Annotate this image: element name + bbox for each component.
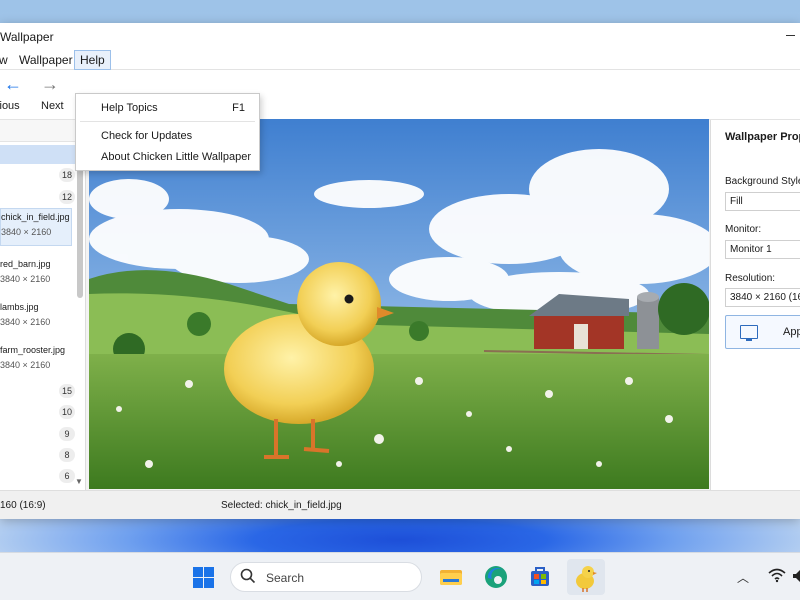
file-name: red_barn.jpg [0, 259, 51, 269]
menu-help[interactable]: Help [74, 50, 111, 70]
chick-in-field-image [89, 119, 709, 489]
status-bar: 160 (16:9) Selected: chick_in_field.jpg [0, 490, 800, 519]
list-item-file[interactable]: chick_in_field.jpg 3840 × 2160 [0, 208, 72, 246]
store-icon[interactable] [524, 561, 556, 593]
taskbar: Search ︿ [0, 552, 800, 600]
scroll-down-icon[interactable]: ▼ [75, 477, 83, 486]
file-name: lambs.jpg [0, 302, 39, 312]
menu-wallpaper[interactable]: Wallpaper [14, 50, 78, 70]
title-bar: Wallpaper [0, 23, 800, 50]
status-selected: Selected: chick_in_field.jpg [221, 500, 342, 511]
resolution-label: Resolution: [725, 273, 776, 284]
category-row-selected[interactable] [0, 145, 76, 164]
wallpaper-preview [89, 119, 709, 489]
file-name: chick_in_field.jpg [1, 212, 70, 222]
file-resolution: 3840 × 2160 [0, 360, 51, 370]
monitor-label: Monitor: [725, 224, 762, 235]
next-button[interactable]: → Next [25, 74, 75, 118]
about-label: About Chicken Little Wallpaper [101, 151, 252, 163]
previous-label: vious [0, 100, 20, 112]
background-style-select[interactable]: Fill [725, 192, 800, 211]
volume-icon[interactable] [793, 569, 800, 583]
apply-label: App [783, 326, 800, 338]
properties-title: Wallpaper Prope [725, 131, 800, 143]
wallpaper-list: 18 12 chick_in_field.jpg 3840 × 2160 red… [0, 120, 86, 490]
chicken-wallpaper-icon[interactable] [567, 559, 605, 595]
monitor-select[interactable]: Monitor 1 [725, 240, 800, 259]
background-style-label: Background Style: [725, 176, 800, 187]
list-scrollbar[interactable]: ▼ [75, 144, 83, 486]
menu-item-help-topics[interactable]: Help Topics F1 [76, 98, 259, 118]
taskbar-search[interactable]: Search [230, 562, 422, 592]
help-topics-shortcut: F1 [232, 102, 245, 114]
file-explorer-icon[interactable] [435, 561, 467, 593]
properties-pane: Wallpaper Prope Background Style: Fill M… [710, 120, 800, 490]
chevron-up-icon[interactable]: ︿ [737, 569, 749, 586]
list-item-file[interactable]: farm_rooster.jpg 3840 × 2160 [0, 342, 72, 380]
menu-item-check-updates[interactable]: Check for Updates [76, 126, 259, 146]
edge-icon[interactable] [480, 561, 512, 593]
count-badge: 10 [59, 405, 75, 419]
search-icon [240, 568, 256, 584]
file-resolution: 3840 × 2160 [1, 227, 52, 237]
start-button[interactable] [193, 567, 214, 588]
menu-bar: w Wallpaper Help [0, 50, 800, 70]
app-window: Wallpaper w Wallpaper Help ← vious → Nex… [0, 23, 800, 519]
minimize-button[interactable] [784, 25, 798, 39]
file-resolution: 3840 × 2160 [0, 274, 51, 284]
list-header [0, 120, 86, 142]
file-resolution: 3840 × 2160 [0, 317, 51, 327]
menu-separator [80, 121, 255, 122]
wifi-icon[interactable] [768, 567, 786, 583]
next-label: Next [41, 100, 64, 112]
list-item-file[interactable]: red_barn.jpg 3840 × 2160 [0, 256, 72, 294]
check-updates-label: Check for Updates [101, 130, 193, 142]
arrow-right-icon: → [41, 74, 59, 94]
list-item-file[interactable]: lambs.jpg 3840 × 2160 [0, 299, 72, 337]
status-resolution: 160 (16:9) [0, 500, 46, 511]
count-badge: 6 [59, 469, 75, 483]
menu-view[interactable]: w [0, 50, 13, 70]
resolution-field: 3840 × 2160 (16:9 [725, 288, 800, 307]
count-badge: 12 [59, 190, 75, 204]
help-menu-dropdown: Help Topics F1 Check for Updates About C… [75, 93, 260, 171]
count-badge: 8 [59, 448, 75, 462]
menu-item-about[interactable]: About Chicken Little Wallpaper [76, 147, 259, 167]
file-name: farm_rooster.jpg [0, 345, 66, 355]
count-badge: 15 [59, 384, 75, 398]
windows-logo-icon [193, 567, 203, 577]
apply-button[interactable]: App [725, 315, 800, 349]
count-badge: 18 [59, 168, 75, 182]
monitor-icon [740, 325, 758, 341]
search-placeholder: Search [266, 571, 305, 585]
window-title: Wallpaper [0, 30, 54, 44]
count-badge: 9 [59, 427, 75, 441]
help-topics-label: Help Topics [101, 102, 158, 114]
